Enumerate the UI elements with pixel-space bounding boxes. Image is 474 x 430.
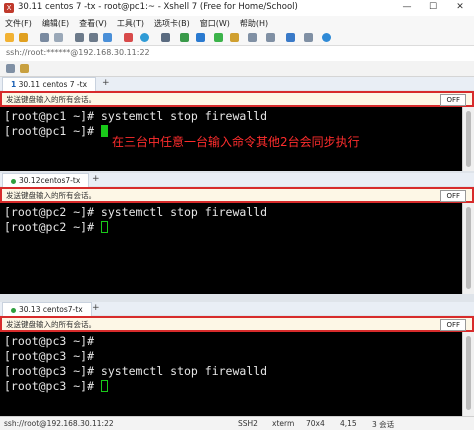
- terminal-line: [root@pc1 ~]# systemctl stop firewalld: [4, 109, 268, 123]
- paste-icon[interactable]: [89, 33, 98, 42]
- terminal-scrollbar-3[interactable]: [462, 332, 474, 416]
- tab-label: 30.11 centos 7 -tx: [18, 80, 88, 89]
- terminal-cursor: [100, 125, 108, 137]
- title-bar: X 30.11 centos 7 -tx - root@pc1:~ - Xshe…: [0, 0, 474, 17]
- minimize-button[interactable]: —: [394, 0, 420, 16]
- maximize-button[interactable]: ☐: [420, 0, 446, 16]
- send-all-label: 发送键盘输入的所有会话。: [6, 320, 96, 329]
- search-icon[interactable]: [103, 33, 112, 42]
- add-tab-button[interactable]: +: [92, 302, 100, 315]
- session-tab-1[interactable]: 1 30.11 centos 7 -tx: [2, 77, 97, 91]
- script-icon[interactable]: [214, 33, 223, 42]
- status-protocol: SSH2: [238, 419, 258, 428]
- send-all-toggle[interactable]: OFF: [440, 319, 466, 331]
- prompt-text: [root@pc1 ~]#: [4, 124, 101, 138]
- disconnect-icon[interactable]: [54, 33, 63, 42]
- stop-icon[interactable]: [124, 33, 133, 42]
- xshell-app-icon: X: [4, 3, 14, 13]
- new-session-icon[interactable]: [5, 33, 14, 42]
- toolbar: [0, 31, 474, 46]
- tab-label: 30.12centos7-tx: [19, 176, 81, 185]
- address-bar[interactable]: ssh://root:******@192.168.30.11:22: [0, 46, 474, 62]
- menu-window[interactable]: 窗口(W): [195, 16, 235, 31]
- session-2-tabstrip: 30.12centos7-tx +: [0, 173, 474, 187]
- send-all-toggle[interactable]: OFF: [440, 190, 466, 202]
- session-1-tabstrip: 1 30.11 centos 7 -tx +: [0, 77, 474, 91]
- status-cursor-position: 4,15: [340, 419, 357, 428]
- keyboard-icon[interactable]: [248, 33, 257, 42]
- menu-file[interactable]: 文件(F): [0, 16, 37, 31]
- help-icon[interactable]: [322, 33, 331, 42]
- terminal-pc2[interactable]: [root@pc2 ~]# systemctl stop firewalld […: [0, 203, 462, 294]
- send-all-toggle[interactable]: OFF: [440, 94, 466, 106]
- terminal-line: [root@pc3 ~]#: [4, 349, 101, 363]
- globe-icon[interactable]: [140, 33, 149, 42]
- session-3-tabstrip: 30.13 centos7-tx +: [0, 302, 474, 316]
- terminal-line: [root@pc3 ~]#: [4, 379, 458, 394]
- menu-tabs[interactable]: 选项卡(B): [149, 16, 195, 31]
- scrollbar-thumb[interactable]: [466, 336, 471, 410]
- xftp-icon[interactable]: [180, 33, 189, 42]
- terminal-cursor: [100, 380, 108, 392]
- send-all-label: 发送键盘输入的所有会话。: [6, 95, 96, 104]
- terminal-line: [root@pc2 ~]#: [4, 220, 458, 235]
- add-tab-button[interactable]: +: [102, 77, 110, 90]
- address-text[interactable]: ssh://root:******@192.168.30.11:22: [6, 48, 150, 57]
- font-icon[interactable]: [161, 33, 170, 42]
- tab-label: 30.13 centos7-tx: [19, 305, 83, 314]
- terminal-scrollbar-1[interactable]: [462, 107, 474, 171]
- terminal-pc3[interactable]: [root@pc3 ~]# [root@pc3 ~]# [root@pc3 ~]…: [0, 332, 462, 416]
- status-terminal-type: xterm: [272, 419, 295, 428]
- compose-icon[interactable]: [286, 33, 295, 42]
- menu-view[interactable]: 查看(V): [74, 16, 112, 31]
- tab-number: 1: [11, 80, 17, 89]
- open-folder-icon[interactable]: [19, 33, 28, 42]
- connected-status-icon: [11, 307, 16, 313]
- connected-status-icon: [11, 178, 16, 184]
- status-connection: ssh://root@192.168.30.11:22: [4, 419, 114, 428]
- status-session-count: 3 会话: [372, 420, 395, 429]
- copy-icon[interactable]: [75, 33, 84, 42]
- layout-icon[interactable]: [266, 33, 275, 42]
- scrollbar-thumb[interactable]: [466, 111, 471, 167]
- menu-tools[interactable]: 工具(T): [112, 16, 149, 31]
- scrollbar-thumb[interactable]: [466, 207, 471, 289]
- menu-edit[interactable]: 编辑(E): [37, 16, 74, 31]
- bookmark-icon[interactable]: [20, 64, 29, 73]
- prompt-text: [root@pc2 ~]#: [4, 220, 101, 234]
- send-all-sessions-bar-2: 发送键盘输入的所有会话。 OFF: [0, 187, 474, 203]
- send-all-sessions-bar-3: 发送键盘输入的所有会话。 OFF: [0, 316, 474, 332]
- window-title: 30.11 centos 7 -tx - root@pc1:~ - Xshell…: [18, 2, 298, 12]
- send-all-sessions-bar-1: 发送键盘输入的所有会话。 OFF: [0, 91, 474, 107]
- lock-icon[interactable]: [230, 33, 239, 42]
- status-bar: ssh://root@192.168.30.11:22 SSH2 xterm 7…: [0, 416, 474, 430]
- send-all-label: 发送键盘输入的所有会话。: [6, 191, 96, 200]
- prompt-text: [root@pc3 ~]#: [4, 379, 101, 393]
- fullscreen-icon[interactable]: [304, 33, 313, 42]
- session-tab-2[interactable]: 30.12centos7-tx: [2, 173, 90, 187]
- annotation-note: 在三台中任意一台输入命令其他2台会同步执行: [112, 135, 360, 149]
- close-button[interactable]: ✕: [447, 0, 473, 16]
- menu-bar: 文件(F) 编辑(E) 查看(V) 工具(T) 选项卡(B) 窗口(W) 帮助(…: [0, 16, 474, 31]
- terminal-cursor: [100, 221, 108, 233]
- session-manager-icon[interactable]: [6, 64, 15, 73]
- terminal-line: [root@pc3 ~]#: [4, 334, 101, 348]
- add-tab-button[interactable]: +: [92, 173, 100, 186]
- quick-command-bar: [0, 61, 474, 77]
- menu-help[interactable]: 帮助(H): [235, 16, 273, 31]
- session-tab-3[interactable]: 30.13 centos7-tx: [2, 302, 92, 316]
- terminal-line: [root@pc2 ~]# systemctl stop firewalld: [4, 205, 268, 219]
- terminal-pc1[interactable]: [root@pc1 ~]# systemctl stop firewalld […: [0, 107, 462, 171]
- status-terminal-size: 70x4: [306, 419, 325, 428]
- terminal-line: [root@pc3 ~]# systemctl stop firewalld: [4, 364, 268, 378]
- terminal-scrollbar-2[interactable]: [462, 203, 474, 294]
- transfer-icon[interactable]: [196, 33, 205, 42]
- connect-icon[interactable]: [40, 33, 49, 42]
